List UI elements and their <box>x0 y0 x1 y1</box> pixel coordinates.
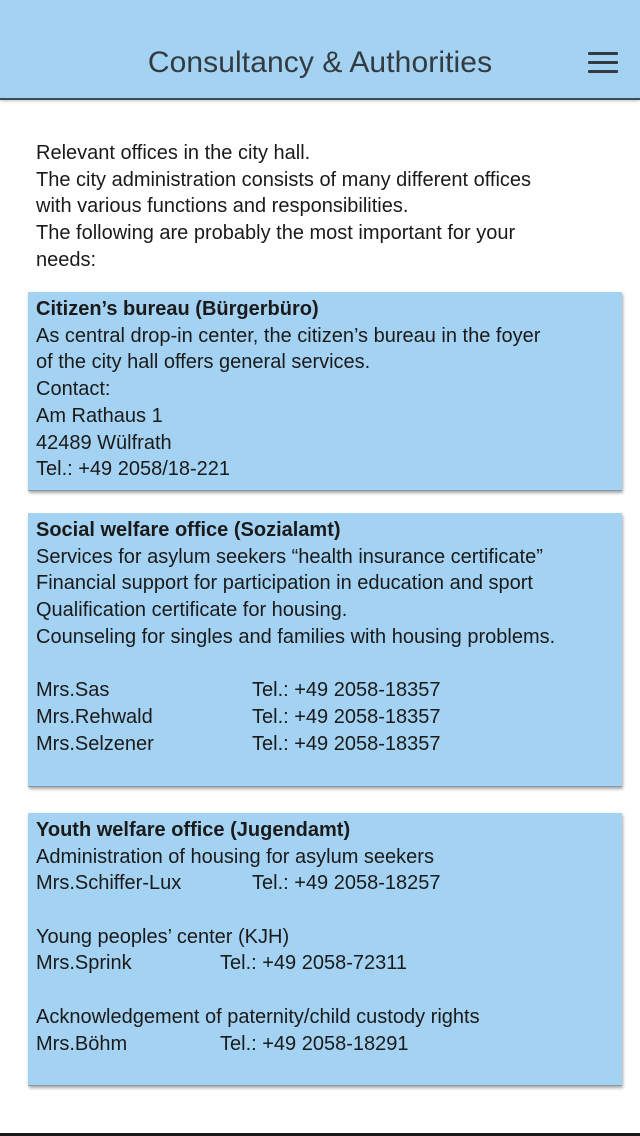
contact-phone: Tel.: +49 2058-18357 <box>252 679 441 702</box>
menu-icon-bar <box>588 52 618 55</box>
contact-label: Contact: <box>36 378 111 401</box>
service-label: Administration of housing for asylum see… <box>36 845 434 868</box>
contact-phone: Tel.: +49 2058-18357 <box>252 705 441 728</box>
intro-line: Relevant offices in the city hall. <box>36 142 311 164</box>
address-street: Am Rathaus 1 <box>36 404 163 427</box>
contact-row: Mrs.Böhm Tel.: +49 2058-18291 <box>36 1031 614 1058</box>
card-text: Qualification certificate for housing. <box>36 599 348 622</box>
service-label: Acknowledgement of paternity/child custo… <box>36 1005 480 1028</box>
menu-icon-bar <box>588 70 618 73</box>
phone-number: Tel.: +49 2058/18-221 <box>36 458 231 481</box>
card-text: Financial support for participation in e… <box>36 572 533 595</box>
hamburger-menu-icon[interactable] <box>584 52 624 80</box>
contact-row: Mrs.Schiffer-Lux Tel.: +49 2058-18257 <box>36 870 614 897</box>
contact-row: Mrs.Selzener Tel.: +49 2058-18357 <box>36 731 614 758</box>
contact-row: Mrs.Sprink Tel.: +49 2058-72311 <box>36 950 614 977</box>
contact-phone: Tel.: +49 2058-18257 <box>252 872 441 895</box>
intro-line: needs: <box>36 248 97 271</box>
card-title: Youth welfare office (Jugendamt) <box>36 819 351 841</box>
intro-line: The city administration consists of many… <box>36 168 532 191</box>
intro-line: with various functions and responsibilit… <box>36 195 409 218</box>
service-label: Young peoples’ center (KJH) <box>36 925 290 948</box>
contact-phone: Tel.: +49 2058-18291 <box>220 1032 409 1055</box>
contact-name: Mrs.Böhm <box>36 1032 128 1055</box>
card-text: of the city hall offers general services… <box>36 351 371 374</box>
top-navigation-bar: Consultancy & Authorities <box>0 0 640 100</box>
page-title: Consultancy & Authorities <box>147 46 493 79</box>
contact-row: Mrs.Sas Tel.: +49 2058-18357 <box>36 677 614 704</box>
contact-name: Mrs.Sprink <box>36 952 132 975</box>
menu-icon-bar <box>588 61 618 64</box>
youth-welfare-card: Youth welfare office (Jugendamt) Adminis… <box>28 813 622 1086</box>
contact-name: Mrs.Schiffer-Lux <box>36 872 182 895</box>
social-welfare-card: Social welfare office (Sozialamt) Servic… <box>28 513 622 787</box>
contact-phone: Tel.: +49 2058-18357 <box>252 732 441 755</box>
intro-text: Relevant offices in the city hall. The c… <box>36 140 626 274</box>
address-city: 42489 Wülfrath <box>36 431 172 454</box>
intro-line: The following are probably the most impo… <box>36 222 516 245</box>
contact-phone: Tel.: +49 2058-72311 <box>220 952 408 975</box>
card-text: Counseling for singles and families with… <box>36 625 556 648</box>
contact-row: Mrs.Rehwald Tel.: +49 2058-18357 <box>36 704 614 731</box>
card-title: Social welfare office (Sozialamt) <box>36 519 341 541</box>
card-title: Citizen’s bureau (Bürgerbüro) <box>36 298 319 320</box>
card-text: Services for asylum seekers “health insu… <box>36 545 543 568</box>
contact-name: Mrs.Selzener <box>36 732 154 755</box>
card-text: As central drop-in center, the citizen’s… <box>36 324 541 347</box>
citizens-bureau-card: Citizen’s bureau (Bürgerbüro) As central… <box>28 292 622 491</box>
contact-name: Mrs.Rehwald <box>36 705 153 728</box>
contact-name: Mrs.Sas <box>36 679 110 702</box>
